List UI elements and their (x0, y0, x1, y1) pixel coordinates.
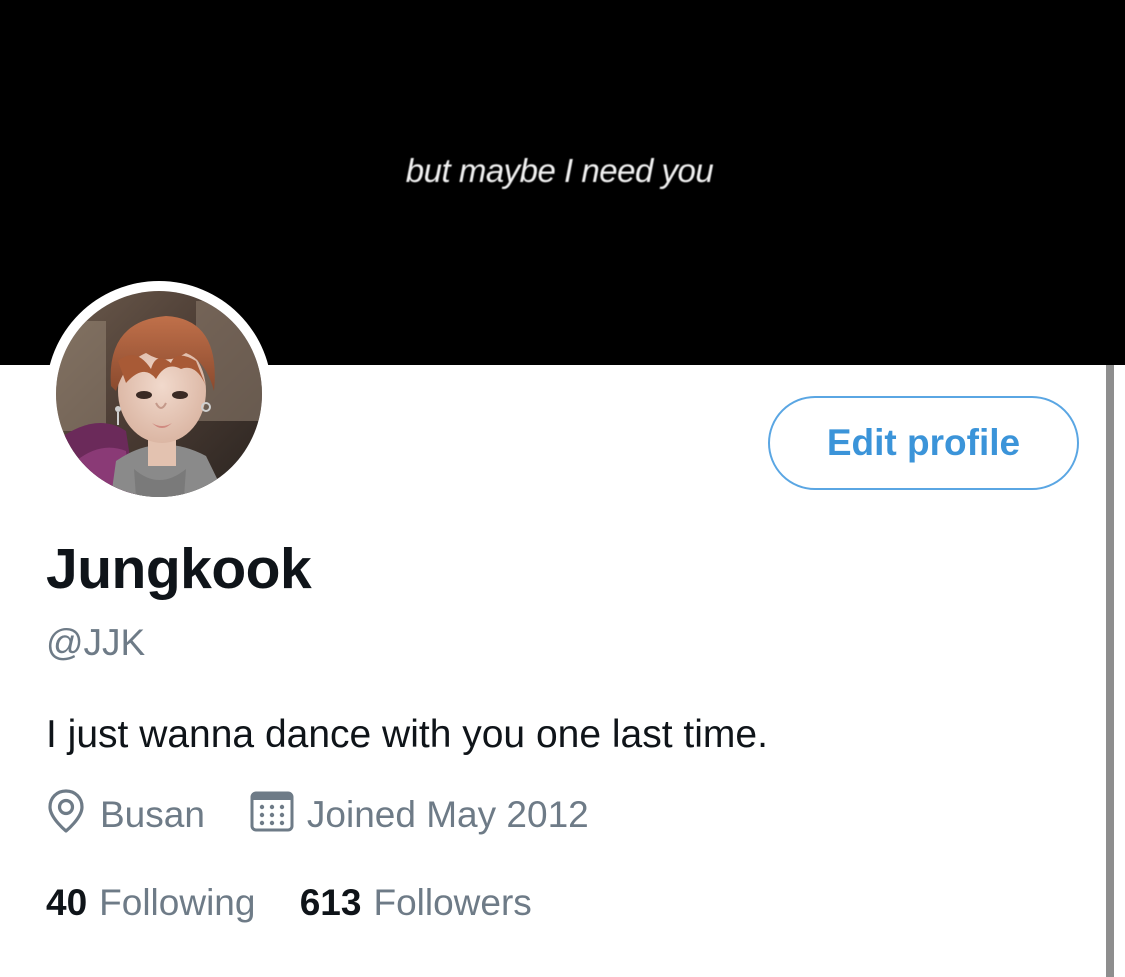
followers-label: Followers (373, 882, 532, 923)
joined-date: Joined May 2012 (306, 794, 589, 835)
following-link[interactable]: 40 Following (46, 882, 266, 923)
banner-caption: but maybe I need you (405, 152, 714, 189)
calendar-icon (249, 788, 295, 843)
location-text: Busan (100, 794, 205, 835)
location-pin-icon (46, 788, 86, 843)
user-handle: @JJK (46, 622, 146, 663)
profile-page: but maybe I need you Edit profile Jungko… (0, 0, 1125, 977)
display-name: Jungkook (46, 537, 312, 601)
followers-count: 613 (299, 882, 362, 923)
profile-meta: Busan Joined May 2012 (46, 788, 589, 843)
avatar[interactable] (56, 291, 262, 497)
following-label: Following (99, 882, 256, 923)
edit-profile-button[interactable]: Edit profile (768, 396, 1079, 490)
follow-stats: 40 Following 613 Followers (46, 882, 532, 924)
bio: I just wanna dance with you one last tim… (46, 713, 768, 756)
followers-link[interactable]: 613 Followers (300, 882, 532, 923)
following-count: 40 (46, 882, 88, 923)
scrollbar[interactable] (1106, 365, 1114, 977)
